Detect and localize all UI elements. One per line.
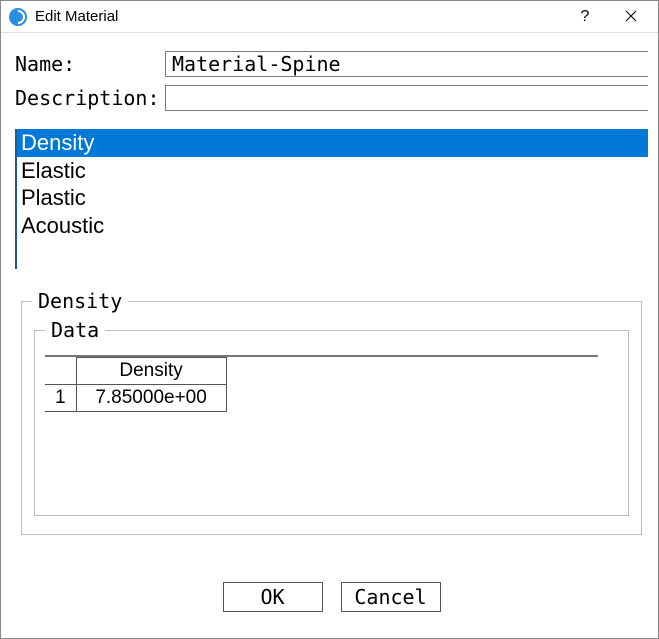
help-icon: ? (581, 8, 590, 26)
cancel-button[interactable]: Cancel (341, 582, 441, 612)
window-title: Edit Material (35, 8, 118, 25)
property-item-density[interactable]: Density (17, 129, 648, 157)
data-table[interactable]: Density 1 7.85000e+00 (45, 357, 227, 412)
app-icon (9, 8, 27, 26)
property-item-elastic[interactable]: Elastic (17, 157, 648, 185)
close-icon (625, 9, 637, 25)
property-detail-panel: Density Data Density 1 7.85000e+00 (21, 301, 642, 535)
property-list[interactable]: Density Elastic Plastic Acoustic (15, 129, 648, 269)
property-item-acoustic[interactable]: Acoustic (17, 212, 648, 240)
ok-button[interactable]: OK (223, 582, 323, 612)
description-input[interactable] (165, 85, 648, 111)
close-button[interactable] (608, 1, 654, 33)
edit-material-dialog: Edit Material ? Name: Description: Densi… (0, 0, 659, 639)
data-title: Data (45, 318, 105, 342)
detail-group-title: Density (32, 289, 128, 313)
row-index: 1 (45, 385, 76, 412)
dialog-footer: OK Cancel (15, 568, 648, 628)
column-header-density[interactable]: Density (76, 358, 226, 385)
table-row[interactable]: 1 7.85000e+00 (45, 385, 226, 412)
title-bar: Edit Material ? (1, 1, 658, 33)
description-label: Description: (15, 86, 165, 110)
table-corner (45, 358, 76, 385)
name-label: Name: (15, 52, 165, 76)
help-button[interactable]: ? (562, 1, 608, 33)
name-input[interactable] (165, 51, 648, 77)
density-cell[interactable]: 7.85000e+00 (76, 385, 226, 412)
data-panel: Data Density 1 7.85000e+00 (34, 330, 629, 516)
property-item-plastic[interactable]: Plastic (17, 184, 648, 212)
